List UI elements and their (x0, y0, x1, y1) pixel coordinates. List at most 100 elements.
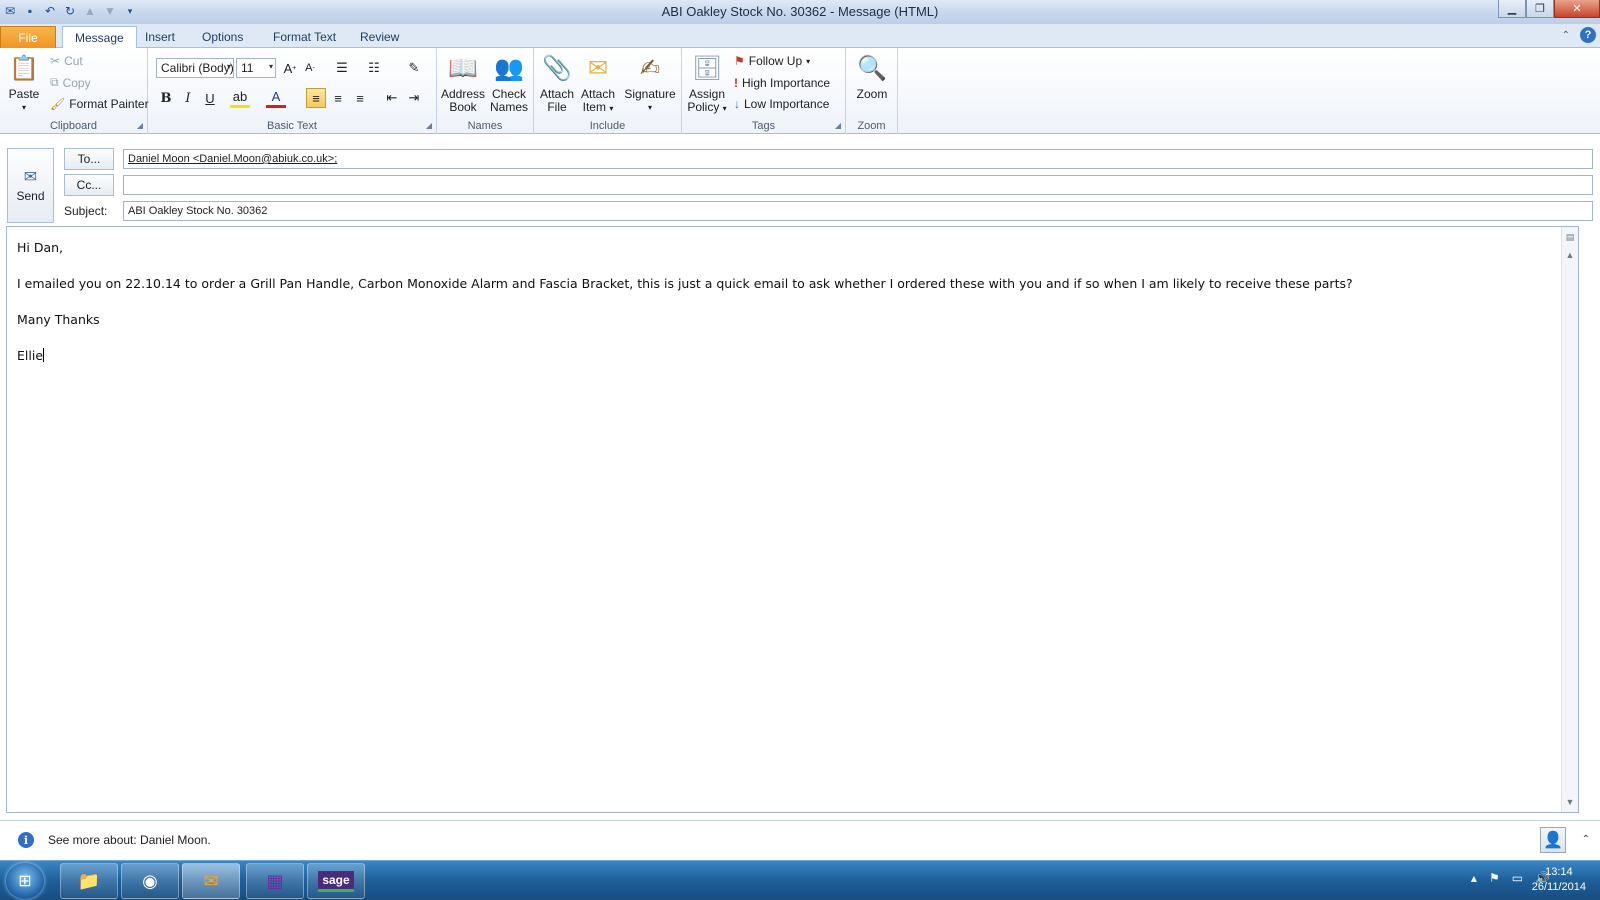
attach-item-button[interactable]: ✉ Attach Item ▾ (578, 52, 618, 115)
cut-button[interactable]: ✂ Cut (50, 54, 83, 68)
taskbar-chrome[interactable]: ◉ (121, 863, 179, 899)
align-left-button[interactable]: ≡ (306, 88, 326, 108)
help-icon[interactable]: ? (1580, 27, 1596, 43)
envelope-icon: ✉ (587, 54, 609, 82)
format-painter-button[interactable]: 🖌 Format Painter (50, 97, 149, 111)
scroll-down-icon[interactable]: ▼ (1562, 794, 1578, 810)
format-painter-label: Format Painter (69, 97, 149, 111)
chevron-down-icon: ▾ (609, 104, 614, 113)
highlight-icon[interactable]: ab (230, 88, 250, 108)
tab-options[interactable]: Options (190, 26, 255, 48)
font-size-select[interactable]: 11 ▾ (236, 58, 276, 78)
body-closing: Many Thanks (17, 312, 100, 327)
shrink-font-button[interactable]: A- (300, 58, 320, 78)
taskbar-calendar-app[interactable]: ▦ (246, 863, 304, 899)
subject-label: Subject: (64, 204, 108, 218)
tags-dialog-launcher-icon[interactable]: ◢ (835, 121, 841, 130)
low-importance-button[interactable]: ↓ Low Importance (734, 97, 829, 111)
taskbar-sage[interactable]: sage (307, 863, 365, 899)
tab-insert[interactable]: Insert (133, 26, 187, 48)
vertical-scrollbar[interactable]: ▤ ▲ ▼ (1561, 227, 1578, 812)
clock-date: 26/11/2014 (1531, 881, 1586, 893)
cut-label: Cut (64, 54, 83, 68)
attach-file-label-2: File (547, 100, 567, 114)
action-center-flag-icon[interactable]: ⚑ (1489, 871, 1500, 885)
ruler-toggle-icon[interactable]: ▤ (1562, 229, 1578, 245)
subject-field[interactable]: ABI Oakley Stock No. 30362 (123, 201, 1593, 221)
paste-button[interactable]: 📋 Paste ▾ (6, 52, 42, 114)
low-importance-label: Low Importance (744, 97, 830, 111)
tab-review[interactable]: Review (348, 26, 411, 48)
expand-people-pane-icon[interactable]: ⌃ (1582, 834, 1590, 845)
attach-file-button[interactable]: 📎 Attach File (538, 52, 576, 114)
to-field[interactable]: Daniel Moon <Daniel.Moon@abiuk.co.uk>; (123, 149, 1593, 169)
cc-field[interactable] (123, 175, 1593, 195)
high-importance-label: High Importance (742, 76, 831, 90)
scroll-up-icon[interactable]: ▲ (1562, 247, 1578, 263)
high-importance-button[interactable]: ! High Importance (734, 76, 830, 90)
send-button[interactable]: ✉ Send (7, 148, 54, 223)
align-right-button[interactable]: ≡ (350, 88, 370, 108)
chevron-down-icon: ▾ (806, 56, 811, 66)
body-signature: Ellie (17, 348, 44, 363)
underline-button[interactable]: U (200, 88, 220, 108)
check-names-label-2: Names (489, 100, 528, 114)
close-button[interactable]: ✕ (1554, 0, 1600, 18)
tab-format-text[interactable]: Format Text (261, 26, 348, 48)
follow-up-button[interactable]: ⚑ Follow Up ▾ (734, 54, 810, 68)
align-center-button[interactable]: ≡ (328, 88, 348, 108)
paperclip-icon: 📎 (542, 54, 572, 82)
names-group: 📖 Address Book 👥 Check Names Names (437, 48, 534, 134)
basic-text-dialog-launcher-icon[interactable]: ◢ (426, 121, 432, 130)
check-names-button[interactable]: 👥 Check Names (487, 52, 531, 114)
tab-message[interactable]: Message (62, 26, 137, 49)
signature-button[interactable]: ✍ Signature ▾ (622, 52, 678, 114)
to-button[interactable]: To... (64, 148, 114, 170)
clipboard-dialog-launcher-icon[interactable]: ◢ (137, 121, 143, 130)
show-hidden-icons-icon[interactable]: ▴ (1471, 871, 1477, 885)
italic-button[interactable]: I (178, 88, 198, 108)
bullets-icon[interactable]: ☰ (332, 58, 352, 78)
grow-font-button[interactable]: A + (280, 58, 300, 78)
tab-file[interactable]: File (0, 26, 56, 48)
font-color-icon[interactable]: A (266, 88, 286, 108)
chevron-down-icon: ▾ (226, 62, 231, 71)
ribbon: 📋 Paste ▾ ✂ Cut ⧉ Copy 🖌 Format Painter … (0, 48, 1600, 134)
text-cursor (43, 348, 45, 362)
assign-policy-label-row: Policy ▾ (686, 101, 728, 115)
body-paragraph: I emailed you on 22.10.14 to order a Gri… (17, 276, 1353, 291)
chrome-icon: ◉ (142, 870, 158, 891)
taskbar-outlook[interactable]: ✉ (182, 863, 240, 899)
start-button[interactable]: ⊞ (6, 863, 44, 899)
taskbar-clock[interactable]: 13:14 26/11/2014 (1532, 865, 1586, 895)
clear-formatting-icon[interactable]: ✎ (404, 58, 424, 78)
ribbon-tab-row: File Message Insert Options Format Text … (0, 24, 1600, 49)
minimize-ribbon-icon[interactable]: ⌃ (1562, 30, 1570, 41)
message-header: ✉ Send To... Daniel Moon <Daniel.Moon@ab… (0, 134, 1600, 224)
network-icon[interactable]: ▭ (1512, 871, 1523, 885)
font-name-select[interactable]: Calibri (Body) ▾ (156, 58, 234, 78)
bold-button[interactable]: B (156, 88, 176, 108)
assign-policy-label-2: Policy (687, 100, 720, 114)
avatar[interactable]: 👤 (1540, 827, 1566, 853)
restore-button[interactable]: ❐ (1526, 0, 1554, 18)
paste-icon: 📋 (9, 54, 39, 82)
numbering-icon[interactable]: ☷ (364, 58, 384, 78)
see-more-about[interactable]: See more about: Daniel Moon. (48, 833, 211, 847)
decrease-indent-icon[interactable]: ⇤ (382, 88, 402, 108)
copy-button[interactable]: ⧉ Copy (50, 75, 91, 90)
clock-time: 13:14 (1545, 866, 1573, 878)
assign-policy-button[interactable]: 🗄 Assign Policy ▾ (686, 52, 728, 115)
zoom-button[interactable]: 🔍 Zoom (852, 52, 892, 101)
message-body[interactable]: Hi Dan, I emailed you on 22.10.14 to ord… (6, 226, 1579, 813)
address-book-button[interactable]: 📖 Address Book (441, 52, 485, 114)
address-book-label-2: Book (449, 100, 477, 114)
cc-button[interactable]: Cc... (64, 174, 114, 196)
to-recipient[interactable]: Daniel Moon <Daniel.Moon@abiuk.co.uk>; (128, 153, 337, 165)
increase-indent-icon[interactable]: ⇥ (404, 88, 424, 108)
minimize-button[interactable]: ▁ (1498, 0, 1526, 18)
taskbar-explorer[interactable]: 📁 (60, 863, 118, 899)
clipboard-group-label: Clipboard (49, 120, 98, 132)
people-pane-bar: i See more about: Daniel Moon. 👤 ⌃ (0, 820, 1600, 860)
message-body-text[interactable]: Hi Dan, I emailed you on 22.10.14 to ord… (17, 239, 1547, 383)
